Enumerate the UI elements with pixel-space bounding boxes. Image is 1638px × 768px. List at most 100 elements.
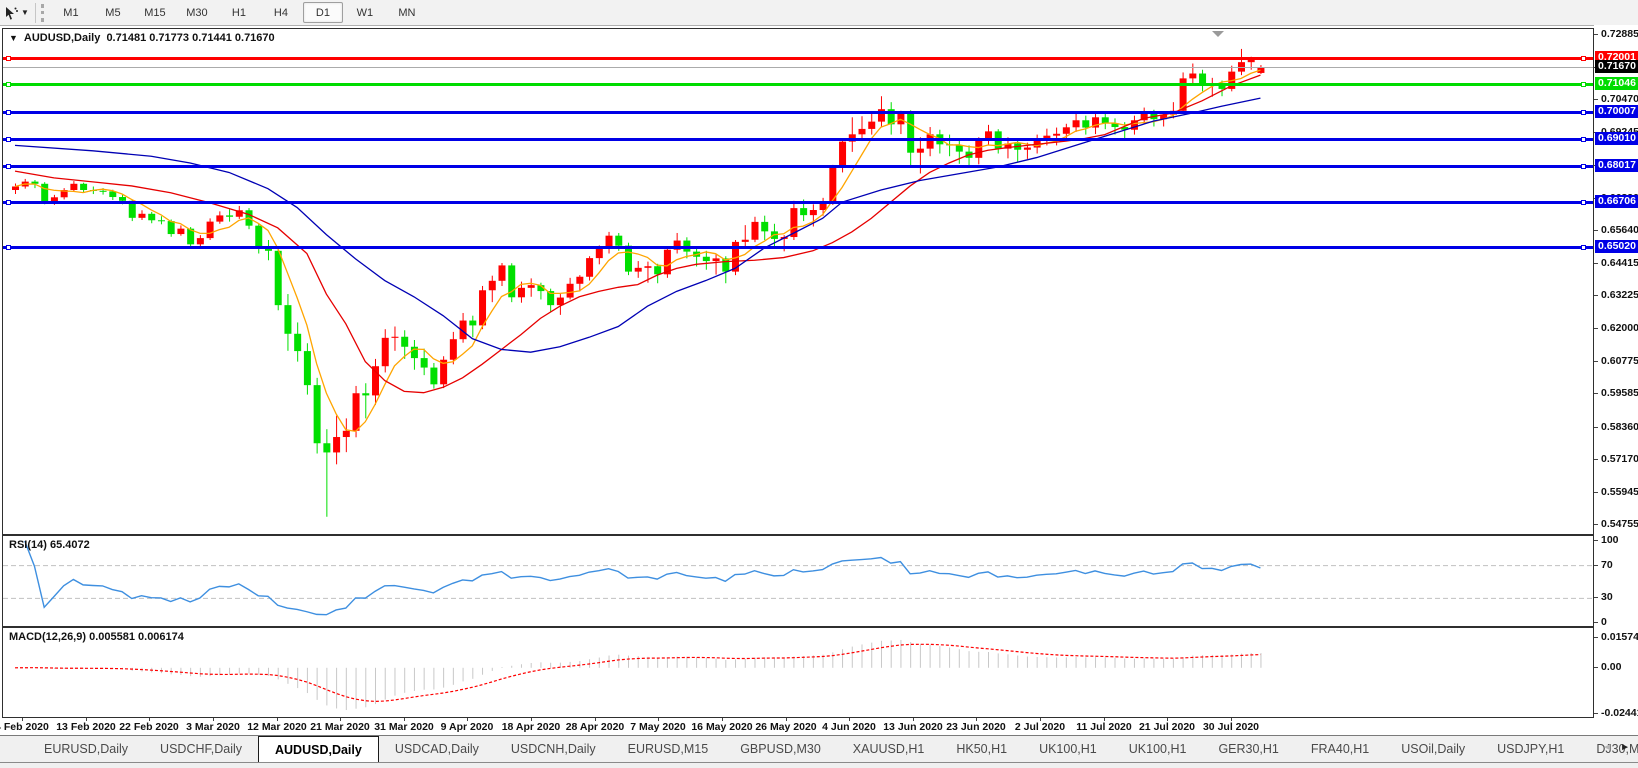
timeframe-button-w1[interactable]: W1 xyxy=(345,2,385,23)
date-label: 23 Jun 2020 xyxy=(940,721,1012,733)
hline-0.71670[interactable] xyxy=(3,67,1593,68)
cursor-tool-icon[interactable] xyxy=(1,4,21,22)
date-label: 2 Jul 2020 xyxy=(1004,721,1076,733)
hline-0.71046[interactable] xyxy=(3,83,1593,86)
hline-handle[interactable] xyxy=(6,164,11,169)
hline-handle[interactable] xyxy=(1581,164,1586,169)
hline-0.65020[interactable] xyxy=(3,246,1593,249)
hline-0.72001[interactable] xyxy=(3,57,1593,60)
rsi-label: RSI(14) 65.4072 xyxy=(9,539,90,551)
date-label: 4 Jun 2020 xyxy=(813,721,885,733)
chart-tab-usoil-daily[interactable]: USOil,Daily xyxy=(1385,736,1481,762)
tabs-scroll-left-icon[interactable]: ◄ xyxy=(1602,742,1612,753)
price-line-label-0.71046: 0.71046 xyxy=(1595,77,1638,90)
hline-handle[interactable] xyxy=(1581,200,1586,205)
rsi-tick-mark xyxy=(1594,597,1598,598)
hline-handle[interactable] xyxy=(6,56,11,61)
chart-ohlc-text: AUDUSD,Daily 0.71481 0.71773 0.71441 0.7… xyxy=(24,32,275,44)
price-axis[interactable]: 0.728850.716600.704700.692450.680200.668… xyxy=(1594,25,1638,735)
date-label: 9 Apr 2020 xyxy=(431,721,503,733)
timeframe-button-h4[interactable]: H4 xyxy=(261,2,301,23)
price-tick-label: 0.54755 xyxy=(1601,518,1638,530)
date-label: 3 Mar 2020 xyxy=(177,721,249,733)
hline-handle[interactable] xyxy=(1581,137,1586,142)
date-label: 13 Feb 2020 xyxy=(50,721,122,733)
chart-tab-eurusd-m15[interactable]: EURUSD,M15 xyxy=(612,736,725,762)
price-tick-mark xyxy=(1594,230,1598,231)
price-line-label-0.71670: 0.71670 xyxy=(1595,60,1638,73)
price-tick-mark xyxy=(1594,427,1598,428)
rsi-tick-mark xyxy=(1594,540,1598,541)
hline-0.68017[interactable] xyxy=(3,165,1593,168)
cursor-tool-dropdown-icon[interactable]: ▼ xyxy=(21,8,29,17)
chart-tab-uk100-h1[interactable]: UK100,H1 xyxy=(1113,736,1203,762)
timeframe-button-mn[interactable]: MN xyxy=(387,2,427,23)
ma-slow-line xyxy=(15,98,1260,352)
date-label: 7 May 2020 xyxy=(622,721,694,733)
candlestick-chart xyxy=(3,29,1593,534)
chart-tab-eurusd-daily[interactable]: EURUSD,Daily xyxy=(28,736,144,762)
hline-0.69010[interactable] xyxy=(3,138,1593,141)
hline-handle[interactable] xyxy=(1581,82,1586,87)
chart-tab-usdjpy-h1[interactable]: USDJPY,H1 xyxy=(1481,736,1580,762)
date-label: 26 May 2020 xyxy=(750,721,822,733)
macd-indicator-pane[interactable]: MACD(12,26,9) 0.005581 0.006174 xyxy=(2,627,1594,718)
timeframe-button-h1[interactable]: H1 xyxy=(219,2,259,23)
hline-0.70007[interactable] xyxy=(3,111,1593,114)
chart-tab-gbpusd-m30[interactable]: GBPUSD,M30 xyxy=(724,736,837,762)
mt4-window: ▼ M1M5M15M30H1H4D1W1MN ▼ AUDUSD,Daily 0.… xyxy=(0,0,1638,768)
hline-handle[interactable] xyxy=(1581,245,1586,250)
tabs-scroll-right-icon[interactable]: ► xyxy=(1620,742,1630,753)
chart-tab-usdchf-daily[interactable]: USDCHF,Daily xyxy=(144,736,258,762)
hline-handle[interactable] xyxy=(6,137,11,142)
timeframe-button-m1[interactable]: M1 xyxy=(51,2,91,23)
rsi-tick-label: 0 xyxy=(1601,616,1607,628)
hline-handle[interactable] xyxy=(6,82,11,87)
price-tick-label: 0.58360 xyxy=(1601,421,1638,433)
rsi-chart xyxy=(3,536,1593,626)
price-line-label-0.69010: 0.69010 xyxy=(1595,132,1638,145)
price-tick-label: 0.62000 xyxy=(1601,322,1638,334)
date-label: 28 Apr 2020 xyxy=(559,721,631,733)
date-label: 18 Apr 2020 xyxy=(495,721,567,733)
date-label: 22 Feb 2020 xyxy=(113,721,185,733)
hline-handle[interactable] xyxy=(1581,56,1586,61)
chart-tab-usdcnh-daily[interactable]: USDCNH,Daily xyxy=(495,736,612,762)
price-tick-label: 0.64415 xyxy=(1601,257,1638,269)
price-tick-label: 0.70470 xyxy=(1601,93,1638,105)
timeframe-button-m30[interactable]: M30 xyxy=(177,2,217,23)
price-line-label-0.70007: 0.70007 xyxy=(1595,105,1638,118)
rsi-tick-label: 70 xyxy=(1601,559,1613,571)
hline-0.66706[interactable] xyxy=(3,201,1593,204)
hline-handle[interactable] xyxy=(1581,110,1586,115)
rsi-indicator-pane[interactable]: RSI(14) 65.4072 xyxy=(2,535,1594,627)
chart-tab-fra40-h1[interactable]: FRA40,H1 xyxy=(1295,736,1385,762)
price-tick-label: 0.63225 xyxy=(1601,289,1638,301)
chart-tab-uk100-h1[interactable]: UK100,H1 xyxy=(1023,736,1113,762)
price-tick-mark xyxy=(1594,393,1598,394)
hline-handle[interactable] xyxy=(6,110,11,115)
macd-tick-label: 0.00 xyxy=(1601,661,1621,673)
price-tick-label: 0.55945 xyxy=(1601,486,1638,498)
date-axis[interactable]: 4 Feb 202013 Feb 202022 Feb 20203 Mar 20… xyxy=(2,718,1594,735)
chart-tab-audusd-daily[interactable]: AUDUSD,Daily xyxy=(258,736,379,762)
chart-tab-xauusd-h1[interactable]: XAUUSD,H1 xyxy=(837,736,941,762)
timeframe-button-m15[interactable]: M15 xyxy=(135,2,175,23)
main-chart-pane[interactable]: ▼ AUDUSD,Daily 0.71481 0.71773 0.71441 0… xyxy=(2,28,1594,535)
chart-tab-hk50-h1[interactable]: HK50,H1 xyxy=(940,736,1023,762)
timeframe-button-m5[interactable]: M5 xyxy=(93,2,133,23)
hline-handle[interactable] xyxy=(6,200,11,205)
macd-tick-mark xyxy=(1594,637,1598,638)
price-tick-mark xyxy=(1594,361,1598,362)
timeframe-button-d1[interactable]: D1 xyxy=(303,2,343,23)
toolbar-grip[interactable] xyxy=(41,4,44,22)
chart-tab-usdcad-daily[interactable]: USDCAD,Daily xyxy=(379,736,495,762)
chart-collapse-icon[interactable]: ▼ xyxy=(9,33,18,43)
price-tick-label: 0.57170 xyxy=(1601,453,1638,465)
date-label: 16 May 2020 xyxy=(686,721,758,733)
rsi-line xyxy=(25,541,1261,615)
candlestick-series xyxy=(12,49,1264,517)
chart-tab-ger30-h1[interactable]: GER30,H1 xyxy=(1202,736,1294,762)
hline-handle[interactable] xyxy=(6,245,11,250)
chart-shift-marker[interactable] xyxy=(1211,30,1225,38)
